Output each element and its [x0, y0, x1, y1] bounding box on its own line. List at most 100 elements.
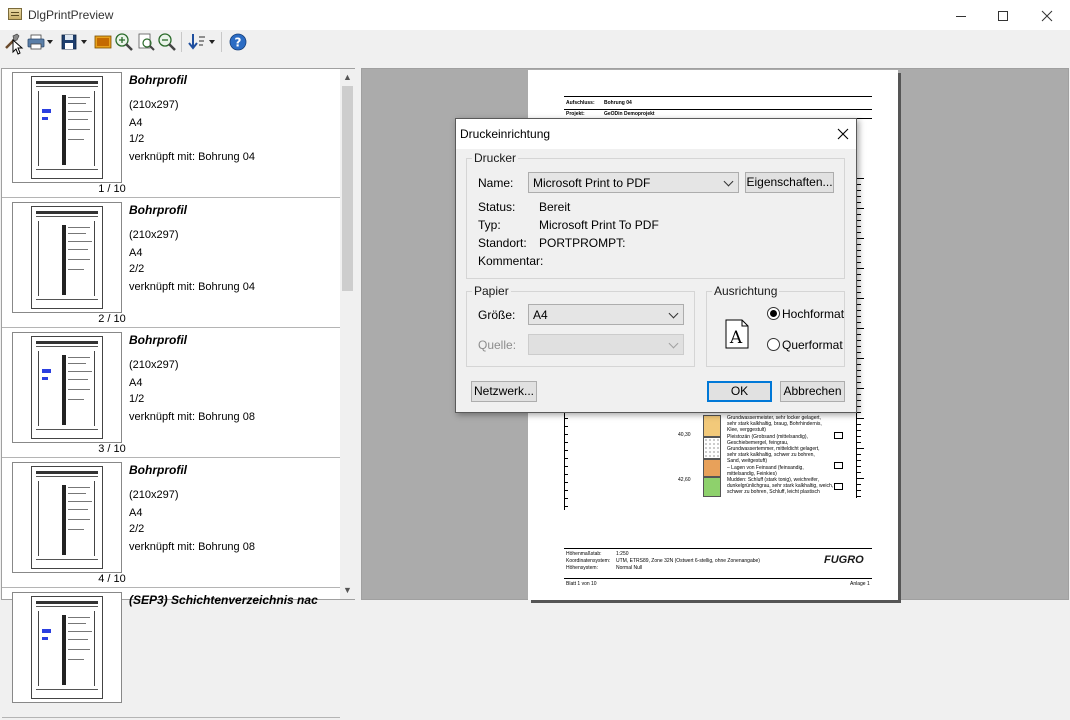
layer-description: sehr stark kalkhaltig, braug, Bohrhinder…: [727, 421, 822, 428]
ruler-tick: [857, 328, 864, 329]
layer-sand: [703, 415, 721, 437]
landscape-radio[interactable]: [767, 338, 780, 351]
thumbnail-image: [12, 72, 122, 183]
portrait-label[interactable]: Hochformat: [782, 307, 844, 321]
ruler-tick: [857, 496, 861, 497]
axis-line: [564, 410, 565, 510]
thumbnail-info-pages: 1/2: [129, 133, 145, 145]
ruler-tick: [857, 226, 861, 227]
layer-description: sehr stark kalkhaltig, schwer zu bohren,: [727, 452, 815, 459]
left-tick: [564, 482, 568, 483]
properties-button[interactable]: Eigenschaften...: [745, 172, 834, 193]
dialog-close-button[interactable]: [832, 123, 854, 145]
footer-label: Höhensystem:: [566, 565, 598, 571]
ruler-tick: [857, 208, 864, 209]
help-icon: ?: [229, 33, 247, 51]
ruler-tick: [857, 478, 864, 479]
sort-dropdown-icon[interactable]: [209, 40, 215, 44]
svg-text:A: A: [729, 328, 743, 348]
paper-source-select[interactable]: [528, 334, 684, 355]
thumbnail-info-format: A4: [129, 117, 143, 129]
ruler-tick: [857, 238, 864, 239]
ruler-tick: [857, 292, 861, 293]
save-button[interactable]: [58, 31, 80, 53]
maximize-button[interactable]: [980, 0, 1026, 30]
thumbnail-item[interactable]: 3 / 10 Bohrprofil (210x297) A4 1/2 verknüpft …: [2, 330, 340, 460]
thumbnail-item[interactable]: 2 / 10 Bohrprofil (210x297) A4 2/2 verknüpft …: [2, 200, 340, 330]
layer-description: Geschiebemergel, feingrau,: [727, 439, 789, 446]
sort-button[interactable]: [186, 31, 208, 53]
depth-label: 42,60: [678, 477, 691, 483]
printer-name-select[interactable]: Microsoft Print to PDF: [528, 172, 739, 193]
thumbnail-divider: [2, 197, 340, 198]
ruler-tick: [857, 484, 861, 485]
thumbnail-page-number: 3 / 10: [98, 443, 126, 455]
thumbnail-info-size: (210x297): [129, 229, 179, 241]
thumbnail-info-linked: verknüpft mit: Bohrung 04: [129, 151, 255, 163]
thumbnail-info-size: (210x297): [129, 489, 179, 501]
ruler-tick: [857, 244, 861, 245]
thumbnail-scrollbar[interactable]: ▲ ▼: [340, 69, 355, 599]
save-dropdown-icon[interactable]: [81, 40, 87, 44]
ruler-tick: [857, 436, 861, 437]
ruler-tick: [857, 190, 861, 191]
projekt-value: GeODin Demoprojekt: [604, 111, 655, 117]
projekt-label: Projekt:: [566, 111, 585, 117]
thumbnail-page-number: 1 / 10: [98, 183, 126, 195]
left-tick: [564, 458, 568, 459]
network-button[interactable]: Netzwerk...: [471, 381, 537, 402]
aufschluss-value: Bohrung 04: [604, 100, 632, 106]
zoom-out-button[interactable]: [156, 31, 178, 53]
thumbnail-item[interactable]: (SEP3) Schichtenverzeichnis nac: [2, 590, 340, 720]
toolbar-separator: [181, 32, 182, 52]
ruler-tick: [857, 280, 861, 281]
scrollbar-thumb[interactable]: [342, 86, 353, 291]
thumbnail-list[interactable]: 1 / 10 Bohrprofil (210x297) A4 1/2 verknüpft …: [1, 68, 355, 718]
ruler-tick: [857, 316, 861, 317]
landscape-label[interactable]: Querformat: [782, 338, 843, 352]
attachment-label: Anlage 1: [850, 581, 870, 587]
cancel-button[interactable]: Abbrechen: [780, 381, 845, 402]
thumbnail-info-pages: 2/2: [129, 523, 145, 535]
scroll-up-icon[interactable]: ▲: [340, 69, 355, 86]
layer-description: – Lagen von Feinsand (feinsandig,: [727, 464, 804, 471]
ruler-tick: [857, 256, 861, 257]
minimize-icon: [956, 15, 966, 17]
ruler-tick: [857, 442, 861, 443]
print-dropdown-icon[interactable]: [47, 40, 53, 44]
thumbnail-info-size: (210x297): [129, 99, 179, 111]
minimize-button[interactable]: [938, 0, 984, 30]
layer-description: Pleistozän (Grobsand (mittelsandig),: [727, 433, 808, 440]
zoom-in-button[interactable]: [113, 31, 135, 53]
help-button[interactable]: ?: [227, 31, 249, 53]
scroll-down-icon[interactable]: ▼: [340, 582, 355, 599]
thumbnail-item[interactable]: 1 / 10 Bohrprofil (210x297) A4 1/2 verknüpft …: [2, 70, 340, 200]
paper-size-select[interactable]: A4: [528, 304, 684, 325]
ok-button[interactable]: OK: [707, 381, 772, 402]
image-button[interactable]: [92, 31, 114, 53]
printer-name-value: Microsoft Print to PDF: [533, 176, 651, 190]
portrait-radio[interactable]: [767, 307, 780, 320]
print-button[interactable]: [25, 31, 47, 53]
layer-description: schwer zu bohren, Schluff, leicht plasti…: [727, 489, 820, 496]
thumbnail-image: [12, 462, 122, 573]
zoom-page-button[interactable]: [135, 31, 157, 53]
comment-label: Kommentar:: [478, 254, 544, 268]
layer-description: Grundwassermeister, sehr locker gelagert…: [727, 415, 821, 421]
left-tick: [564, 450, 568, 451]
ruler-tick: [857, 412, 861, 413]
close-button[interactable]: [1024, 0, 1070, 30]
ruler-tick: [857, 232, 861, 233]
ruler-tick: [857, 298, 864, 299]
maximize-icon: [998, 11, 1008, 22]
status-label: Status:: [478, 200, 516, 214]
chevron-down-icon: [723, 176, 734, 187]
thumbnail-item[interactable]: 4 / 10 Bohrprofil (210x297) A4 2/2 verknüpft …: [2, 460, 340, 590]
printer-icon: [27, 34, 45, 50]
size-label: Größe:: [478, 308, 516, 322]
zoom-in-icon: [115, 33, 133, 51]
type-label: Typ:: [478, 218, 501, 232]
thumbnail-divider: [2, 717, 340, 718]
thumbnail-info-pages: 2/2: [129, 263, 145, 275]
left-tick: [564, 474, 568, 475]
